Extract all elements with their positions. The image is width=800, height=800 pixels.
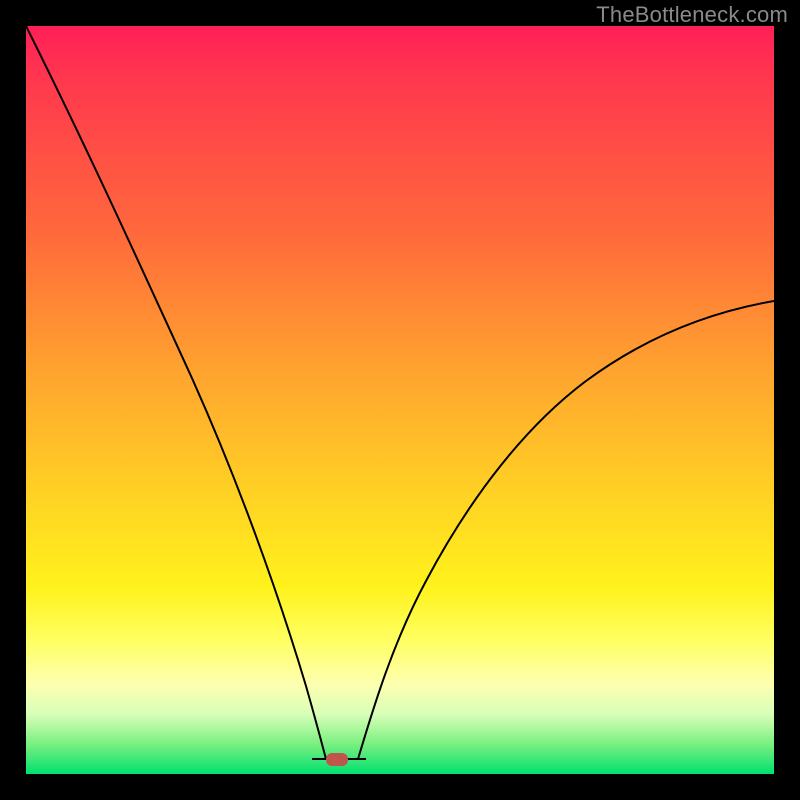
chart-frame: TheBottleneck.com (0, 0, 800, 800)
plot-area (26, 26, 774, 774)
curve-right-branch (358, 301, 774, 759)
curve-svg (26, 26, 774, 774)
watermark-text: TheBottleneck.com (596, 2, 788, 28)
curve-left-branch (26, 26, 326, 759)
minimum-marker (326, 753, 348, 766)
